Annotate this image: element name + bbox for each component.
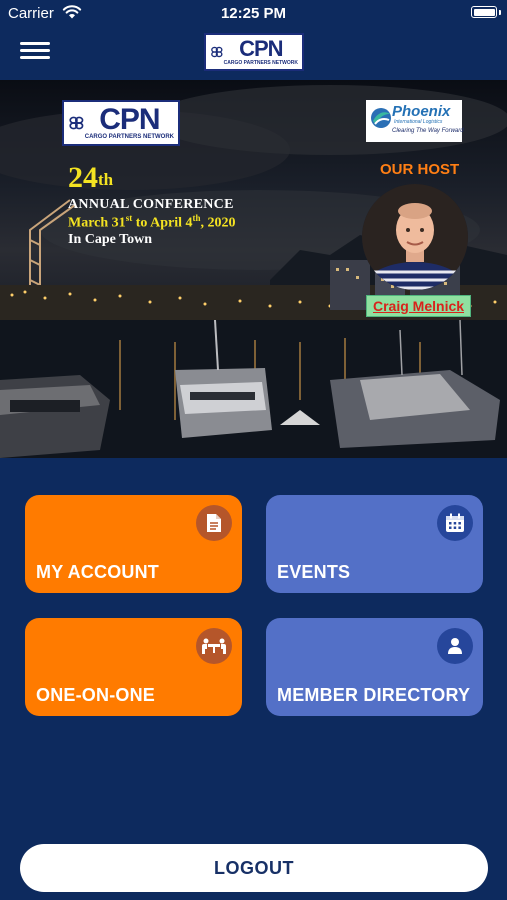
sponsor-tagline: Clearing The Way Forward (392, 128, 464, 134)
cpn-header-logo: CPN CARGO PARTNERS NETWORK (204, 33, 304, 71)
document-icon (196, 505, 232, 541)
host-portrait (362, 184, 468, 290)
host-name-tag: Craig Melnick (366, 295, 472, 317)
tile-label: ONE-ON-ONE (36, 685, 155, 705)
logout-button[interactable]: LOGOUT (20, 844, 488, 892)
conference-banner: CPN CARGO PARTNERS NETWORK 24th ANNUAL C… (0, 80, 507, 458)
conference-location: In Cape Town (68, 231, 153, 247)
logo-subtitle: CARGO PARTNERS NETWORK (223, 60, 298, 66)
tile-one-on-one[interactable]: ONE-ON-ONE (25, 618, 242, 716)
tile-member-directory[interactable]: MEMBER DIRECTORY (266, 618, 483, 716)
tile-label: EVENTS (277, 562, 351, 582)
cpn-banner-logo: CPN CARGO PARTNERS NETWORK (62, 100, 180, 146)
logo-subtitle: CARGO PARTNERS NETWORK (84, 133, 174, 140)
battery-nub (499, 10, 501, 15)
host-label: OUR HOST (380, 161, 460, 178)
conference-dates: March 31st to April 4th, 2020 (68, 213, 236, 231)
meeting-icon (196, 628, 232, 664)
status-time: 12:25 PM (220, 5, 287, 22)
cpn-knot-icon (211, 46, 223, 58)
hamburger-menu-icon[interactable] (20, 38, 50, 64)
sponsor-name: Phoenix (392, 103, 451, 120)
nav-bar: CPN CARGO PARTNERS NETWORK (0, 28, 507, 80)
conference-info: 24th ANNUAL CONFERENCE March 31st to Apr… (68, 162, 235, 248)
tile-events[interactable]: EVENTS (266, 495, 483, 593)
conference-edition: 24th (68, 161, 114, 194)
phoenix-sponsor-logo: Phoenix International Logistics Clearing… (366, 100, 464, 142)
tile-label: MY ACCOUNT (36, 562, 159, 582)
battery-icon (471, 6, 497, 18)
sponsor-subtitle: International Logistics (394, 119, 443, 125)
tile-my-account[interactable]: MY ACCOUNT (25, 495, 242, 593)
cpn-knot-icon (69, 116, 84, 130)
logo-wordmark: CPN (99, 102, 160, 136)
host-photo (362, 184, 468, 290)
phoenix-swoosh-icon (371, 108, 391, 128)
calendar-icon (437, 505, 473, 541)
logo-wordmark: CPN (239, 36, 283, 61)
conference-title: ANNUAL CONFERENCE (68, 197, 234, 212)
tile-label: MEMBER DIRECTORY (277, 685, 471, 705)
person-icon (437, 628, 473, 664)
status-bar: Carrier 12:25 PM (0, 0, 507, 28)
